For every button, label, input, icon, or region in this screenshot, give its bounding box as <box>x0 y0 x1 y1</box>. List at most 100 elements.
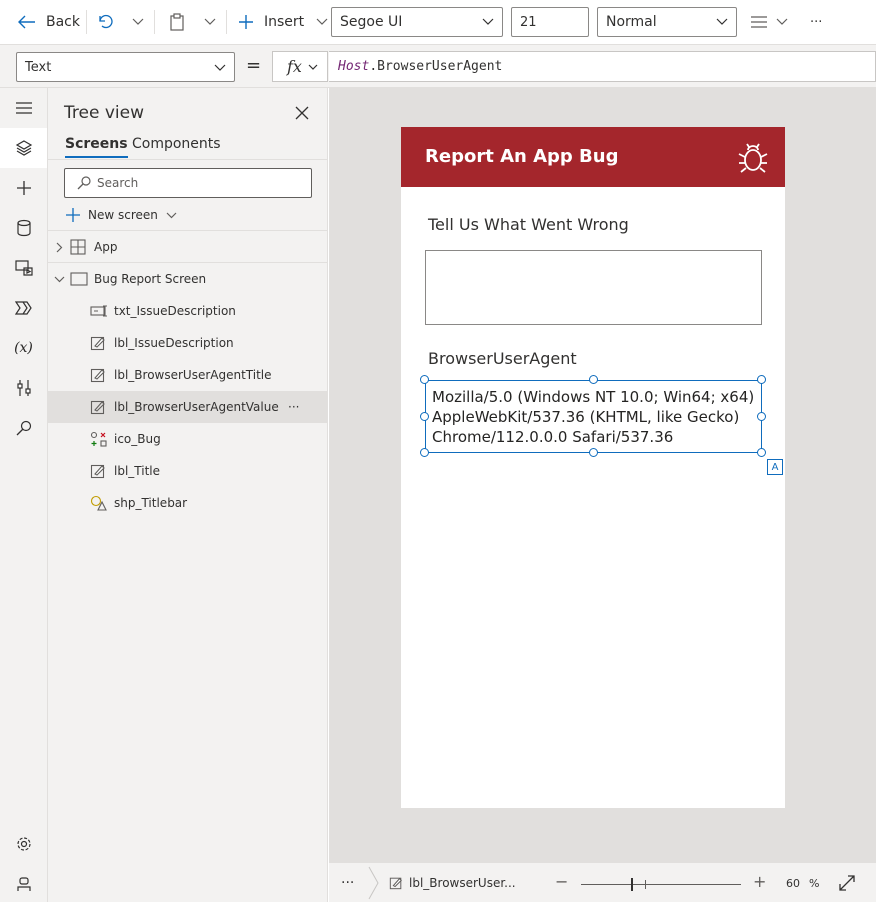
zoom-in-button[interactable]: + <box>753 872 766 891</box>
zoom-out-button[interactable]: − <box>555 872 568 891</box>
more-options-button[interactable]: ··· <box>288 400 299 414</box>
formula-input[interactable]: Host .BrowserUserAgent <box>329 51 876 82</box>
shp-titlebar[interactable]: Report An App Bug <box>401 127 785 187</box>
screen-icon <box>70 272 88 288</box>
align-icon <box>750 15 768 29</box>
tab-screens[interactable]: Screens <box>65 136 128 158</box>
label-edit-icon <box>90 463 108 479</box>
tree-view-panel: Tree view Screens Components Search New … <box>48 88 328 902</box>
tab-components[interactable]: Components <box>132 136 221 156</box>
variables-icon: (x) <box>14 340 33 356</box>
bua-value-line: AppleWebKit/537.36 (KHTML, like Gecko) <box>432 408 740 426</box>
plus-icon <box>238 14 254 30</box>
bua-value-line: Chrome/112.0.0.0 Safari/537.36 <box>432 428 674 446</box>
tree-node-control[interactable]: ico_Bug <box>48 423 328 455</box>
align-button[interactable] <box>750 0 788 44</box>
font-family-value: Segoe UI <box>340 14 403 30</box>
txt-issue-description[interactable] <box>425 250 762 325</box>
resize-handle[interactable] <box>757 412 766 421</box>
chevron-down-icon <box>166 212 177 219</box>
resize-handle[interactable] <box>420 375 429 384</box>
zoom-slider-thumb[interactable] <box>631 878 633 891</box>
autofit-badge[interactable]: A <box>767 459 783 475</box>
tree-node-control[interactable]: lbl_Title <box>48 455 328 487</box>
tree-node-control[interactable]: lbl_IssueDescription <box>48 327 328 359</box>
advanced-tools-button[interactable] <box>0 368 47 408</box>
tree-view-button[interactable] <box>0 128 47 168</box>
search-placeholder: Search <box>97 176 139 190</box>
fx-button[interactable]: fx <box>272 51 328 82</box>
plus-icon <box>16 180 32 196</box>
left-rail: (x) <box>0 88 48 902</box>
more-button[interactable]: ··· <box>341 875 354 891</box>
search-input[interactable]: Search <box>64 168 312 198</box>
zoom-slider[interactable] <box>581 884 741 885</box>
new-screen-button[interactable]: New screen <box>66 205 177 225</box>
resize-handle[interactable] <box>757 448 766 457</box>
font-family-dropdown[interactable]: Segoe UI <box>331 7 503 37</box>
undo-icon <box>96 13 114 31</box>
equals-sign: = <box>246 55 262 76</box>
virtual-agent-button[interactable] <box>0 864 47 902</box>
expand-icon[interactable] <box>839 875 855 891</box>
paste-dropdown[interactable] <box>204 0 216 44</box>
lbl-issue-description[interactable]: Tell Us What Went Wrong <box>428 215 629 234</box>
settings-button[interactable] <box>0 824 47 864</box>
bug-icon[interactable] <box>737 141 769 173</box>
tree-node-label: App <box>94 240 118 254</box>
power-automate-icon <box>14 301 33 315</box>
text-input-icon <box>90 304 108 320</box>
media-icon <box>14 260 33 276</box>
data-button[interactable] <box>0 208 47 248</box>
resize-handle[interactable] <box>757 375 766 384</box>
chevron-down-icon <box>716 16 728 28</box>
lbl-title[interactable]: Report An App Bug <box>425 146 618 167</box>
back-button[interactable]: Back <box>18 0 80 44</box>
tree-node-label: Bug Report Screen <box>94 272 207 286</box>
divider <box>226 10 227 34</box>
tree-node-label: ico_Bug <box>114 432 161 446</box>
tree-node-control-selected[interactable]: lbl_BrowserUserAgentValue ··· <box>48 391 328 423</box>
undo-button[interactable] <box>96 0 114 44</box>
paste-button[interactable] <box>168 0 186 44</box>
search-rail-button[interactable] <box>0 408 47 448</box>
undo-dropdown[interactable] <box>132 0 144 44</box>
breadcrumb[interactable]: lbl_BrowserUser... <box>389 876 516 890</box>
media-button[interactable] <box>0 248 47 288</box>
icons-icon <box>90 431 108 447</box>
insert-label: Insert <box>264 14 305 30</box>
chevron-down-icon <box>482 16 494 28</box>
insert-rail-button[interactable] <box>0 168 47 208</box>
tree-node-control[interactable]: shp_Titlebar <box>48 487 328 519</box>
tree-node-control[interactable]: lbl_BrowserUserAgentTitle <box>48 359 328 391</box>
tree-node-label: lbl_Title <box>114 464 161 478</box>
resize-handle[interactable] <box>589 375 598 384</box>
resize-handle[interactable] <box>589 448 598 457</box>
hamburger-button[interactable] <box>0 88 47 128</box>
hamburger-icon <box>15 101 33 115</box>
lbl-browser-user-agent-title[interactable]: BrowserUserAgent <box>428 349 577 368</box>
more-button[interactable]: ··· <box>810 0 822 44</box>
lbl-browser-user-agent-value[interactable]: Mozilla/5.0 (Windows NT 10.0; Win64; x64… <box>425 380 762 453</box>
tree-node-control[interactable]: txt_IssueDescription <box>48 295 328 327</box>
property-dropdown[interactable]: Text <box>16 52 235 82</box>
shape-icon <box>90 495 108 511</box>
label-edit-icon <box>90 367 108 383</box>
zoom-slider-tick <box>645 880 646 889</box>
tree-node-screen[interactable]: Bug Report Screen <box>48 263 328 295</box>
database-icon <box>16 219 32 237</box>
insert-button[interactable]: Insert <box>238 0 328 44</box>
resize-handle[interactable] <box>420 448 429 457</box>
chevron-right-icon <box>56 242 63 253</box>
power-automate-button[interactable] <box>0 288 47 328</box>
variables-button[interactable]: (x) <box>0 328 47 368</box>
font-size-input[interactable]: 21 <box>511 7 589 37</box>
resize-handle[interactable] <box>420 412 429 421</box>
search-icon <box>16 420 32 436</box>
tree-node-label: lbl_BrowserUserAgentValue <box>114 400 279 414</box>
font-weight-dropdown[interactable]: Normal <box>597 7 737 37</box>
chevron-down-icon <box>316 18 328 26</box>
close-icon[interactable] <box>294 105 310 121</box>
app-screen[interactable]: Report An App Bug Tell Us What Went Wron… <box>401 127 785 808</box>
tree-node-app[interactable]: App <box>48 231 328 263</box>
